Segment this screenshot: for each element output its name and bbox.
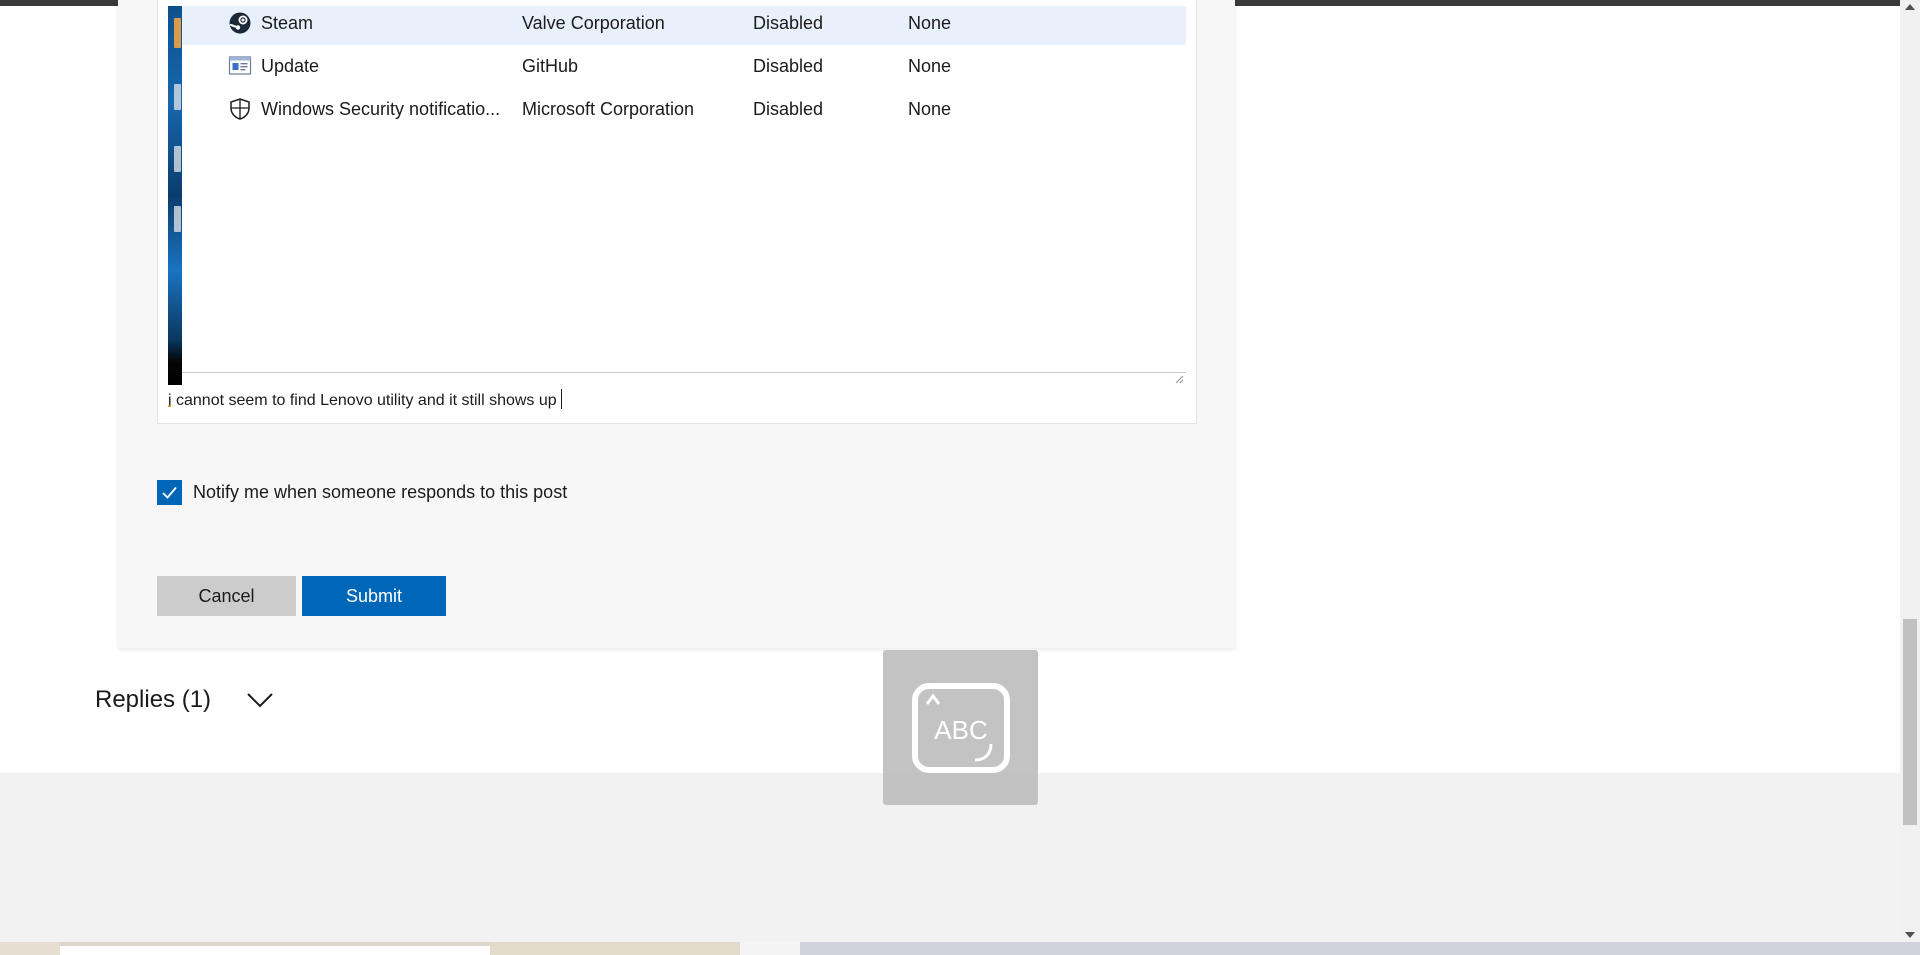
taskbar-segment <box>800 942 1920 955</box>
notify-checkbox[interactable] <box>157 480 182 505</box>
startup-app-row[interactable]: Update GitHub Disabled None <box>168 49 1168 85</box>
chevron-down-icon[interactable] <box>247 692 273 708</box>
app-publisher: GitHub <box>522 56 579 76</box>
steam-icon <box>229 12 251 34</box>
reply-text-rest: cannot seem to find Lenovo utility and i… <box>171 392 557 409</box>
app-publisher: Valve Corporation <box>522 13 665 33</box>
input-mode-overlay: ABC <box>883 650 1038 805</box>
submit-button[interactable]: Submit <box>302 576 446 616</box>
shield-icon <box>230 98 250 120</box>
app-startup-impact: None <box>908 99 952 119</box>
taskbar-segment <box>0 942 60 955</box>
taskbar-segment <box>60 946 490 955</box>
app-publisher: Microsoft Corporation <box>522 99 695 119</box>
desktop-icon-fragment <box>174 206 181 232</box>
reply-text-content[interactable]: i cannot seem to find Lenovo utility and… <box>168 389 562 410</box>
taskbar-segment <box>740 942 800 955</box>
desktop-icon-fragment <box>174 146 181 172</box>
scrollbar-thumb[interactable] <box>1903 619 1917 825</box>
page-scrollbar[interactable] <box>1900 0 1920 942</box>
app-window-icon <box>228 56 252 75</box>
app-startup-impact: None <box>908 13 952 33</box>
app-name: Steam <box>261 13 314 33</box>
keyboard-abc-icon: ABC <box>911 682 1010 773</box>
app-startup-impact: None <box>908 56 952 76</box>
app-status: Disabled <box>753 13 824 33</box>
notify-option[interactable]: Notify me when someone responds to this … <box>157 480 567 505</box>
replies-title: Replies (1) <box>95 686 212 713</box>
embedded-screenshot: Steam Valve Corporation Disabled None Up… <box>168 6 1186 385</box>
resize-grip-icon[interactable] <box>1174 374 1184 384</box>
text-cursor <box>560 389 562 409</box>
notify-label: Notify me when someone responds to this … <box>193 482 568 502</box>
app-name: Windows Security notificatio... <box>261 99 501 119</box>
app-status: Disabled <box>753 56 824 76</box>
taskbar-strip <box>0 942 1920 955</box>
checkmark-icon <box>162 486 177 499</box>
replies-toggle[interactable]: Replies (1) <box>95 686 273 714</box>
app-name: Update <box>261 56 320 76</box>
app-status: Disabled <box>753 99 824 119</box>
screenshot-bottom-edge <box>182 372 1186 385</box>
scroll-up-arrow-icon[interactable] <box>1905 4 1915 10</box>
startup-app-row[interactable]: Steam Valve Corporation Disabled None <box>168 6 1168 42</box>
taskbar-segment <box>490 942 740 955</box>
cancel-button[interactable]: Cancel <box>157 576 296 616</box>
scroll-down-arrow-icon[interactable] <box>1905 932 1915 938</box>
startup-app-row[interactable]: Windows Security notificatio... Microsof… <box>168 92 1168 128</box>
overlay-label: ABC <box>934 715 987 745</box>
